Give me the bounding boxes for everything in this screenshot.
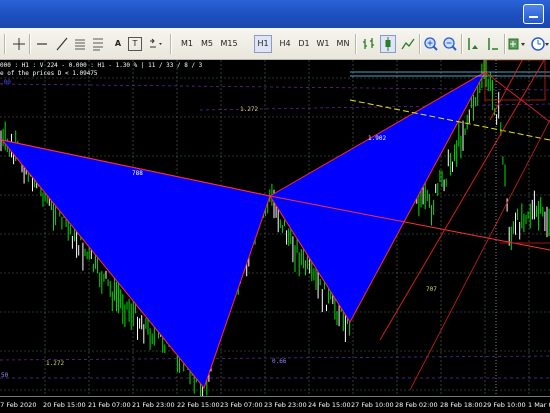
- time-label: 23 Feb 07:00: [220, 401, 263, 409]
- time-label: 28 Feb 18:00: [440, 401, 483, 409]
- period-d1[interactable]: D1: [294, 35, 314, 53]
- toolbar: A T M1 M5 M15 H1 H4 D1 W1 MN: [0, 28, 550, 60]
- fib-label-50: 50: [1, 372, 9, 379]
- price-chart[interactable]: 000 : H1 : V 224 - 0.000 : H1 - 1.30 % |…: [0, 60, 550, 396]
- minimize-button[interactable]: [523, 4, 544, 24]
- chart-header-line3: .00: [0, 79, 11, 86]
- grid-tool-icon[interactable]: [73, 35, 87, 53]
- period-h1[interactable]: H1: [254, 35, 272, 53]
- text-label-button[interactable]: T: [128, 37, 142, 51]
- time-label: 17 Feb 2020: [0, 401, 37, 409]
- indicators-dropdown-icon[interactable]: [507, 35, 527, 53]
- harmonic-pattern: [0, 70, 550, 390]
- time-label: 21 Feb 07:00: [88, 401, 131, 409]
- auto-scroll-icon[interactable]: [465, 35, 481, 53]
- time-label: 23 Feb 23:00: [264, 401, 307, 409]
- period-m15[interactable]: M15: [218, 35, 240, 53]
- chart-header-line2: e of the prices D < 1.09475: [0, 70, 98, 77]
- arrows-dropdown-icon[interactable]: [147, 35, 165, 53]
- fib-label-1272-bottom: 1.272: [46, 360, 65, 367]
- time-label: 1 Mar 0: [528, 401, 550, 409]
- period-w1[interactable]: W1: [313, 35, 333, 53]
- chart-header-line1: 000 : H1 : V 224 - 0.000 : H1 - 1.30 % |…: [0, 62, 203, 69]
- fib-label-1272-top: 1.272: [240, 106, 259, 113]
- bar-chart-icon[interactable]: [361, 35, 377, 53]
- time-label: 24 Feb 15:00: [308, 401, 351, 409]
- time-label: 27 Feb 10:00: [351, 401, 394, 409]
- time-label: 29 Feb 10:00: [483, 401, 526, 409]
- time-axis: 17 Feb 2020 20 Feb 15:00 21 Feb 07:00 21…: [0, 396, 550, 413]
- chart-canvas: [0, 60, 550, 396]
- fib-label-707: 707: [426, 286, 437, 293]
- period-m5[interactable]: M5: [197, 35, 217, 53]
- fib-label-788: 788: [132, 170, 143, 177]
- selection-box: [484, 60, 546, 101]
- text-tool-button[interactable]: A: [112, 35, 124, 53]
- red-ray-up: [489, 60, 523, 121]
- time-label: 28 Feb 02:00: [395, 401, 438, 409]
- fibonacci-icon[interactable]: [91, 35, 105, 53]
- zoom-out-icon[interactable]: [442, 35, 458, 53]
- fib-label-066: 0.66: [272, 358, 287, 365]
- fib-label-1902: 1.902: [368, 135, 387, 142]
- title-bar: [0, 0, 550, 28]
- time-label: 20 Feb 15:00: [43, 401, 86, 409]
- crosshair-icon[interactable]: [12, 35, 26, 53]
- period-h4[interactable]: H4: [275, 35, 295, 53]
- horizontal-line-icon[interactable]: [35, 35, 49, 53]
- pattern-triangle-bcd: [269, 70, 487, 323]
- time-label: 22 Feb 15:00: [177, 401, 220, 409]
- chart-shift-icon[interactable]: [485, 35, 501, 53]
- periodicity-clock-icon[interactable]: [530, 35, 550, 53]
- trendline-icon[interactable]: [55, 35, 69, 53]
- period-m1[interactable]: M1: [177, 35, 197, 53]
- candlestick-icon[interactable]: [380, 35, 396, 53]
- period-mn[interactable]: MN: [333, 35, 353, 53]
- time-label: 21 Feb 23:00: [132, 401, 175, 409]
- zoom-in-icon[interactable]: [423, 35, 439, 53]
- line-chart-icon[interactable]: [400, 35, 416, 53]
